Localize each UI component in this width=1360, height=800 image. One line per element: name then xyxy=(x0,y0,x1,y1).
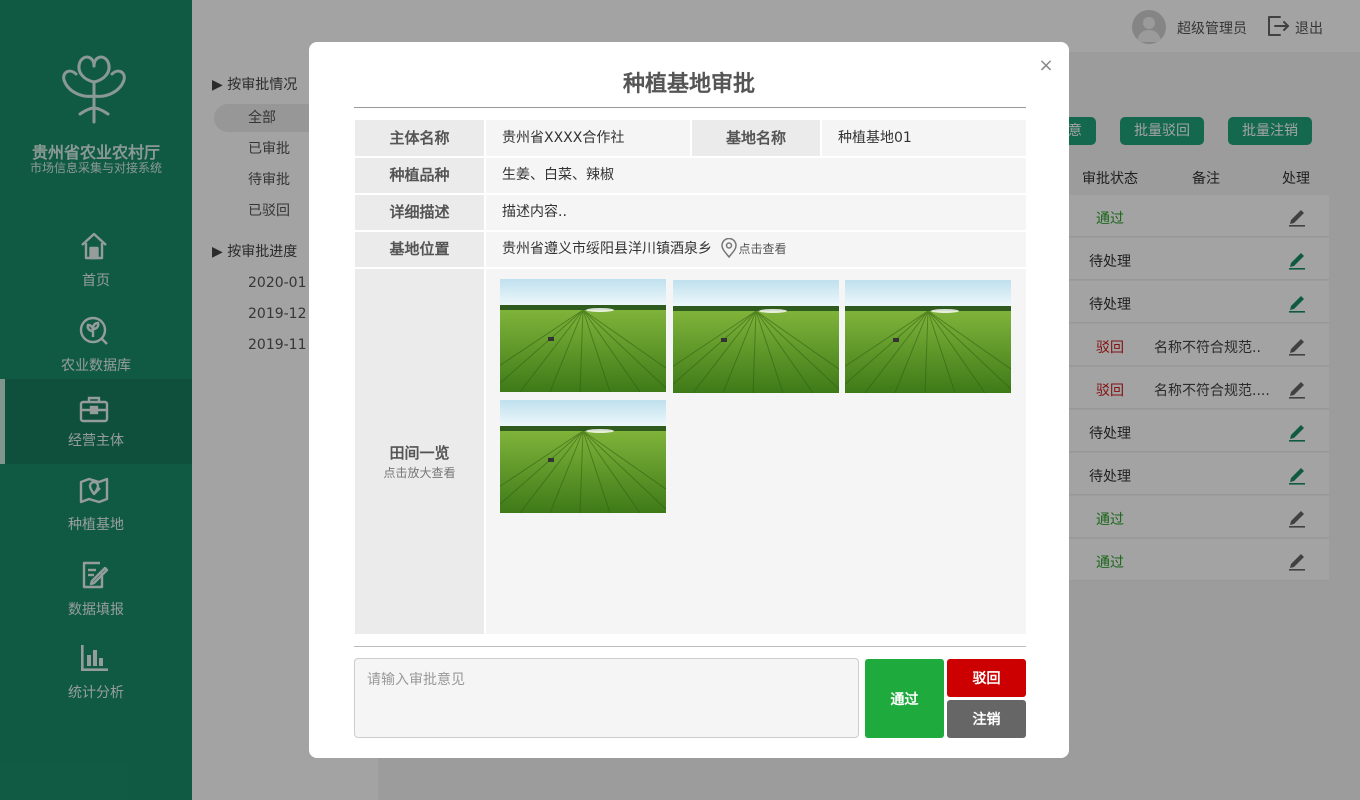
location-label: 基地位置 xyxy=(355,232,484,267)
location-row: 贵州省遵义市绥阳县洋川镇酒泉乡 点击查看 xyxy=(486,232,1026,267)
variety-value: 生姜、白菜、辣椒 xyxy=(486,158,1026,193)
base-name-value: 种植基地01 xyxy=(822,120,1026,156)
opinion-input[interactable] xyxy=(354,658,859,738)
description-value: 描述内容.. xyxy=(486,195,1026,230)
revoke-button[interactable]: 注销 xyxy=(947,700,1026,738)
field-photo[interactable] xyxy=(845,280,1011,393)
description-label: 详细描述 xyxy=(355,195,484,230)
approve-button[interactable]: 通过 xyxy=(865,659,944,738)
approval-dialog: 种植基地审批 × 主体名称 贵州省XXXX合作社 基地名称 种植基地01 种植品… xyxy=(309,42,1069,758)
close-button[interactable]: × xyxy=(1036,55,1056,76)
title-divider xyxy=(354,107,1026,108)
dialog-title: 种植基地审批 xyxy=(622,72,755,97)
field-photo[interactable] xyxy=(673,280,839,393)
reject-button[interactable]: 驳回 xyxy=(947,659,1026,697)
subject-value: 贵州省XXXX合作社 xyxy=(486,120,690,156)
photos-label-cell: 田间一览 点击放大查看 xyxy=(355,269,484,634)
field-photo[interactable] xyxy=(500,400,666,513)
photo-gallery xyxy=(486,269,1026,634)
view-location-link[interactable]: 点击查看 xyxy=(720,237,786,259)
map-pin-icon xyxy=(721,237,738,259)
bottom-divider xyxy=(354,646,1026,647)
photos-label: 田间一览 xyxy=(389,444,450,462)
photos-hint: 点击放大查看 xyxy=(383,466,456,480)
field-photo[interactable] xyxy=(500,279,666,392)
variety-label: 种植品种 xyxy=(355,158,484,193)
location-value: 贵州省遵义市绥阳县洋川镇酒泉乡 xyxy=(502,241,712,257)
subject-label: 主体名称 xyxy=(355,120,484,156)
base-name-label: 基地名称 xyxy=(692,120,820,156)
